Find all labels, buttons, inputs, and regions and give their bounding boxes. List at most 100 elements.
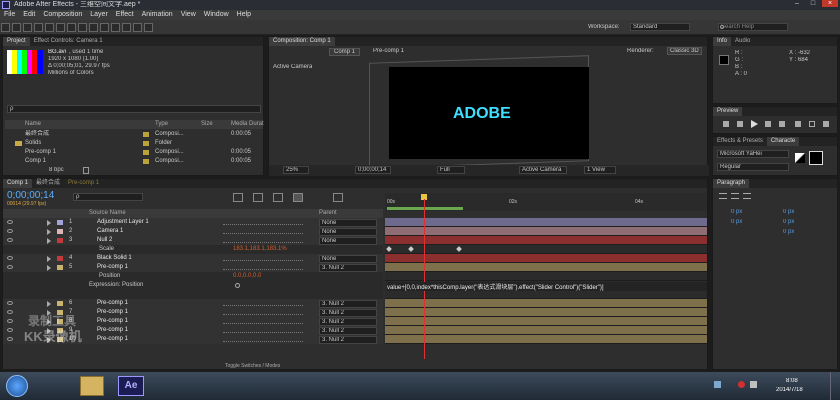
clock-time[interactable]: 8:08 [786,378,798,384]
resolution-dropdown[interactable]: Full [437,166,465,174]
tab-precomp1[interactable]: Pre-comp 1 [64,179,103,188]
property-name[interactable]: Position [99,272,120,281]
layer-name[interactable]: Pre-comp 1 [97,308,128,317]
timeline-timecode[interactable]: 0;00;00;14 [7,190,54,201]
visibility-icon[interactable] [7,328,13,332]
tray-network-icon[interactable] [714,381,721,388]
layer-switch-icons[interactable] [223,337,303,342]
breadcrumb-precomp[interactable]: Pre-comp 1 [373,48,404,54]
layer-switch-icons[interactable] [223,220,303,225]
layer-duration-bar[interactable] [385,227,707,236]
layer-name[interactable]: Camera 1 [97,227,123,236]
visibility-icon[interactable] [7,337,13,341]
layer-duration-bar[interactable] [385,254,707,263]
keyframe-icon[interactable] [408,246,414,252]
layer-name[interactable]: Black Solid 1 [97,254,132,263]
tray-volume-icon[interactable] [750,381,757,388]
time-ruler[interactable]: 00s 02s 04s [385,193,707,211]
property-row[interactable]: Scale 183.1,183.1,183.1% [3,245,383,254]
col-type[interactable]: Type [155,120,168,129]
hand-tool-icon[interactable] [12,23,21,32]
layer-row[interactable]: 5 Pre-comp 1 3. Null 2 [3,263,383,272]
layer-duration-bar[interactable] [385,335,707,344]
twirl-icon[interactable] [47,238,51,244]
layer-name[interactable]: Pre-comp 1 [97,299,128,308]
property-track[interactable] [385,272,707,281]
pan-behind-tool-icon[interactable] [56,23,65,32]
space-before-value[interactable]: 0 px [783,219,794,225]
visibility-icon[interactable] [7,319,13,323]
layer-label-swatch[interactable] [57,256,63,261]
tab-audio[interactable]: Audio [731,37,754,46]
layer-row[interactable]: 3 Null 2 None [3,236,383,245]
menu-file[interactable]: File [0,10,19,20]
tab-comp1[interactable]: Comp 1 [3,179,33,188]
clone-tool-icon[interactable] [111,23,120,32]
zoom-dropdown[interactable]: 25% [283,166,309,174]
list-item[interactable]: Solids Folder [5,139,263,148]
project-search-input[interactable]: ρ [7,105,261,113]
frame-blend-icon[interactable] [273,193,283,202]
layer-label-swatch[interactable] [57,265,63,270]
space-after-value[interactable]: 0 px [783,229,794,235]
tab-paragraph[interactable]: Paragraph [713,179,750,188]
workspace-dropdown[interactable]: Standard [630,23,690,31]
composition-viewer[interactable]: ADOBE [389,67,589,159]
eraser-tool-icon[interactable] [122,23,131,32]
start-button[interactable] [6,375,28,397]
col-size[interactable]: Size [201,120,213,129]
view-layout-dropdown[interactable]: 1 View [584,166,616,174]
parent-dropdown[interactable]: None [319,228,377,236]
renderer-button[interactable]: Classic 3D [667,47,702,55]
list-item[interactable]: Comp 1 Composi... 0:00:05 [5,157,263,166]
play-icon[interactable] [751,120,758,128]
layer-row[interactable]: 6 Pre-comp 1 3. Null 2 [3,299,383,308]
prev-frame-icon[interactable] [737,121,743,127]
next-frame-icon[interactable] [765,121,771,127]
layer-duration-bar[interactable] [385,308,707,317]
show-desktop-button[interactable] [830,372,840,400]
parent-dropdown[interactable]: 3. Null 2 [319,300,377,308]
layer-name[interactable]: Pre-comp 1 [97,263,128,272]
layer-name[interactable]: Null 2 [97,236,112,245]
property-track[interactable] [385,245,707,254]
twirl-icon[interactable] [47,256,51,262]
current-time-display[interactable]: 0;00;00;14 [355,166,391,174]
fill-color-swatch[interactable] [809,151,823,165]
property-name[interactable]: Expression: Position [89,281,143,290]
parent-dropdown[interactable]: 3. Null 2 [319,309,377,317]
keyframe-icon[interactable] [456,246,462,252]
layer-duration-bar[interactable] [385,326,707,335]
visibility-icon[interactable] [7,310,13,314]
twirl-icon[interactable] [47,265,51,271]
expression-pickwhip-icon[interactable] [235,283,240,288]
align-center-icon[interactable] [731,193,739,199]
tab-project[interactable]: Project [3,37,30,46]
align-left-icon[interactable] [719,193,727,199]
menu-layer[interactable]: Layer [86,10,112,20]
breadcrumb-comp1[interactable]: Comp 1 [329,48,361,56]
twirl-icon[interactable] [47,301,51,307]
font-family-dropdown[interactable]: Microsoft YaHei [717,150,789,158]
property-row[interactable]: Expression: Position [3,281,383,299]
layer-switch-icons[interactable] [223,328,303,333]
type-tool-icon[interactable] [89,23,98,32]
after-effects-taskbar-icon[interactable]: Ae [118,376,144,396]
parent-dropdown[interactable]: None [319,237,377,245]
layer-label-swatch[interactable] [57,301,63,306]
property-row[interactable]: Position 0.0,0.0,0.0 [3,272,383,281]
draft-3d-icon[interactable] [233,193,243,202]
visibility-icon[interactable] [7,265,13,269]
eyedropper-icon[interactable] [795,153,805,163]
work-area-bar[interactable] [387,207,463,210]
twirl-icon[interactable] [47,229,51,235]
tab-composition[interactable]: Composition: Comp 1 [269,37,335,46]
explorer-taskbar-icon[interactable] [80,376,104,396]
layer-label-swatch[interactable] [57,220,63,225]
layer-switch-icons[interactable] [223,256,303,261]
layer-name[interactable]: Pre-comp 1 [97,326,128,335]
minimize-button[interactable]: – [790,0,804,7]
layer-duration-bar[interactable] [385,236,707,245]
parent-dropdown[interactable]: None [319,219,377,227]
first-frame-icon[interactable] [723,121,729,127]
